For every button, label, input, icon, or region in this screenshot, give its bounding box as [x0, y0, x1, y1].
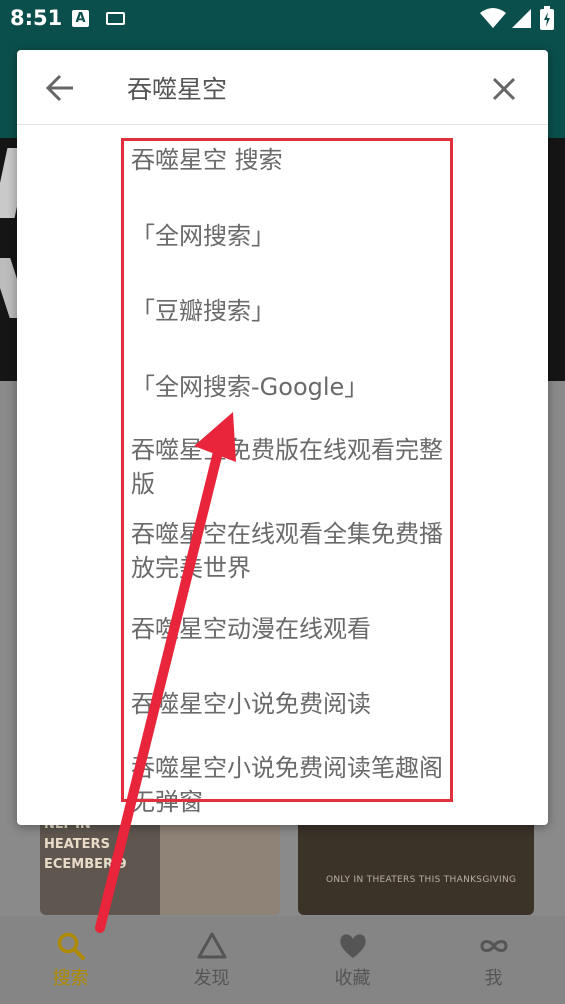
- infinity-icon: [479, 940, 508, 952]
- suggestion-item[interactable]: 「全网搜索-Google」: [131, 370, 451, 404]
- heart-icon: [339, 934, 366, 958]
- poster-tagline: ONLY IN THEATERS THIS THANKSGIVING: [326, 875, 517, 885]
- nav-item-favorites[interactable]: 收藏: [282, 916, 423, 1004]
- nav-label: 收藏: [334, 968, 371, 989]
- search-icon: [57, 932, 85, 960]
- wifi-icon: [480, 8, 506, 28]
- suggestion-list: 吞噬星空 搜索 「全网搜索」 「豆瓣搜索」 「全网搜索-Google」 吞噬星空…: [17, 125, 548, 825]
- nav-label: 搜索: [52, 968, 89, 989]
- suggestion-item[interactable]: 吞噬星空免费版在线观看完整版: [131, 433, 451, 501]
- signal-icon: [512, 9, 531, 28]
- bottom-nav: 搜索 发现 收藏 我: [0, 916, 565, 1004]
- status-bar: 8:51 A: [0, 0, 565, 38]
- battery-icon: [540, 6, 554, 30]
- movie-poster-1[interactable]: NLY IN HEATERS ECEMBER 9: [40, 815, 280, 915]
- search-panel: 吞噬星空 搜索 「全网搜索」 「豆瓣搜索」 「全网搜索-Google」 吞噬星空…: [17, 50, 548, 825]
- nav-item-me[interactable]: 我: [423, 916, 564, 1004]
- keyboard-icon: [106, 12, 125, 25]
- poster-image: [160, 815, 280, 915]
- a-notification-icon: A: [72, 10, 89, 27]
- nav-label: 发现: [193, 968, 230, 989]
- arrow-left-icon[interactable]: [41, 70, 81, 106]
- search-input[interactable]: [127, 68, 467, 108]
- nav-item-discover[interactable]: 发现: [141, 916, 282, 1004]
- status-time: 8:51: [10, 6, 63, 30]
- suggestion-item[interactable]: 吞噬星空 搜索: [131, 143, 451, 177]
- suggestion-item[interactable]: 吞噬星空在线观看全集免费播放完美世界: [131, 517, 451, 585]
- nav-label: 我: [484, 968, 503, 989]
- suggestion-item[interactable]: 吞噬星空动漫在线观看: [131, 612, 451, 646]
- suggestion-item[interactable]: 吞噬星空小说免费阅读: [131, 687, 451, 721]
- suggestion-item[interactable]: 「全网搜索」: [131, 219, 451, 253]
- suggestion-item[interactable]: 吞噬星空小说免费阅读笔趣阁无弹窗: [131, 751, 451, 819]
- triangle-icon: [197, 932, 226, 959]
- search-bar: [17, 50, 548, 125]
- close-icon[interactable]: [487, 72, 521, 106]
- suggestion-item[interactable]: 「豆瓣搜索」: [131, 294, 451, 328]
- nav-item-search[interactable]: 搜索: [0, 916, 141, 1004]
- movie-poster-2[interactable]: ONLY IN THEATERS THIS THANKSGIVING: [298, 815, 534, 915]
